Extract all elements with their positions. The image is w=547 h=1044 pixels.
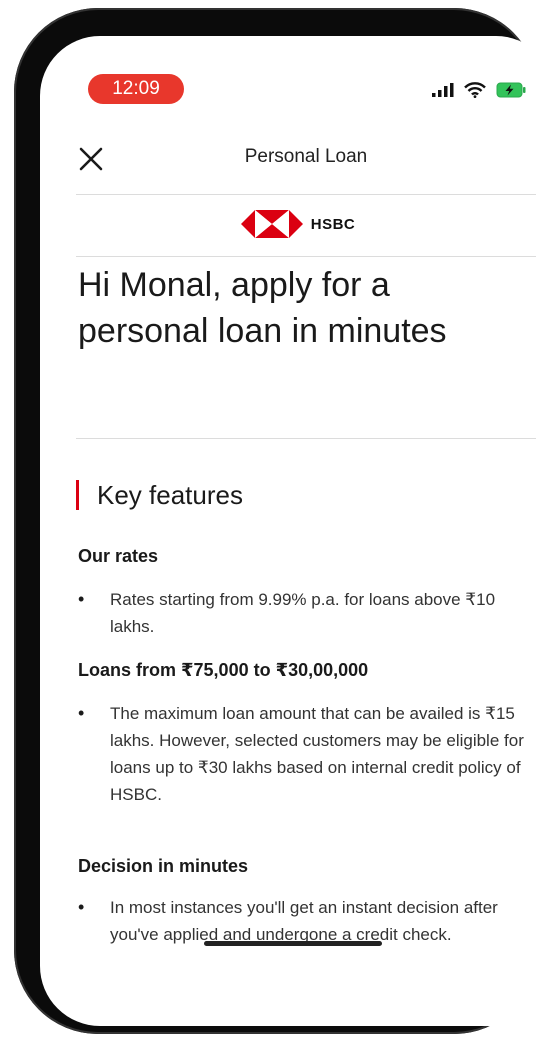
bullet-dot: •	[78, 589, 85, 609]
status-icons	[432, 80, 526, 100]
cellular-signal-icon	[432, 83, 454, 97]
feature-bullet: • The maximum loan amount that can be av…	[78, 700, 538, 808]
status-time: 12:09	[88, 74, 184, 104]
bullet-text: Rates starting from 9.99% p.a. for loans…	[110, 590, 496, 636]
home-indicator[interactable]	[204, 941, 382, 946]
battery-charging-icon	[496, 82, 526, 98]
hero-title: Hi Monal, apply for a personal loan in m…	[78, 266, 447, 350]
feature-bullet: • Rates starting from 9.99% p.a. for loa…	[78, 586, 538, 640]
brand-divider	[76, 256, 536, 257]
hsbc-hexagon-logo	[240, 210, 303, 238]
hero-divider	[76, 438, 536, 439]
nav-header: Personal Loan	[76, 128, 536, 192]
status-bar: 12:09	[40, 36, 547, 126]
bullet-dot: •	[78, 703, 85, 723]
feature-heading-loan-range: Loans from ₹75,000 to ₹30,00,000	[78, 660, 369, 680]
wifi-icon	[464, 82, 486, 98]
brand-name: HSBC	[310, 215, 356, 233]
brand-logo: HSBC	[40, 206, 547, 242]
bullet-text: The maximum loan amount that can be avai…	[110, 704, 524, 804]
feature-heading-rates: Our rates	[78, 546, 159, 566]
feature-bullet: • In most instances you'll get an instan…	[78, 894, 538, 948]
header-divider	[76, 194, 536, 195]
key-features-title: Key features	[97, 479, 243, 510]
app-screen: 12:09 Personal Loan HSBC Hi Monal, apply…	[40, 36, 547, 1026]
section-accent-bar	[76, 480, 79, 510]
feature-heading-decision: Decision in minutes	[78, 856, 249, 876]
page-title: Personal Loan	[244, 146, 368, 167]
bullet-dot: •	[78, 897, 85, 917]
key-features-heading: Key features	[76, 478, 243, 512]
phone-frame: 12:09 Personal Loan HSBC Hi Monal, apply…	[14, 8, 547, 1034]
bullet-text: In most instances you'll get an instant …	[110, 898, 498, 944]
